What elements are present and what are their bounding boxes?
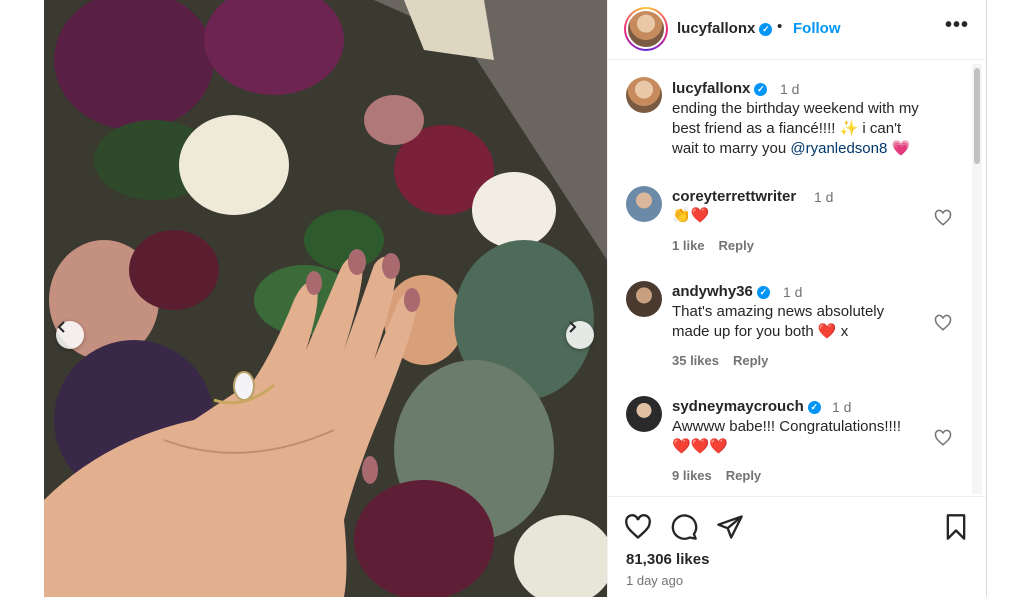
caption-time: 1 d	[780, 81, 800, 97]
commenter-avatar[interactable]	[626, 396, 662, 432]
more-options-button[interactable]: •••	[945, 14, 969, 37]
author-avatar-small[interactable]	[626, 77, 662, 113]
verified-badge-icon: ✓	[754, 83, 768, 96]
caption-text: ending the birthday weekend with my best…	[672, 100, 919, 157]
comment-time: 1 d	[832, 399, 852, 415]
author-avatar[interactable]	[624, 7, 668, 51]
reply-button[interactable]: Reply	[719, 238, 754, 253]
reply-button[interactable]: Reply	[726, 468, 761, 483]
caption-mention-link[interactable]: @ryanledson8	[790, 140, 887, 157]
previous-photo-button[interactable]	[56, 321, 84, 349]
next-photo-button[interactable]	[566, 321, 594, 349]
chevron-left-icon	[57, 321, 65, 333]
photo-illustration	[44, 0, 607, 597]
post-header: lucyfallonx ✓ • Follow •••	[608, 0, 988, 60]
heart-icon[interactable]	[624, 513, 652, 541]
comment-text: Awwww babe!!! Congratulations!!!! ❤️❤️❤️	[672, 418, 902, 455]
bookmark-icon[interactable]	[942, 513, 970, 541]
post-timestamp: 1 day ago	[626, 573, 684, 588]
comment-likes[interactable]: 1 like	[672, 238, 705, 253]
verified-badge-icon: ✓	[807, 401, 821, 414]
comment-likes[interactable]: 35 likes	[672, 353, 719, 368]
author-username[interactable]: lucyfallonx ✓	[677, 20, 773, 37]
comment-meta: 9 likes Reply	[672, 468, 775, 483]
scrollbar-thumb[interactable]	[974, 68, 980, 164]
comments-scrollbar[interactable]	[972, 64, 982, 494]
post-modal: lucyfallonx ✓ • Follow ••• lucyfallonx ✓ 1…	[0, 0, 1024, 597]
comment-meta: 35 likes Reply	[672, 353, 782, 368]
verified-badge-icon: ✓	[756, 286, 770, 299]
comment-likes[interactable]: 9 likes	[672, 468, 712, 483]
comments-list[interactable]: lucyfallonx ✓ 1 d ending the birthday wee…	[608, 61, 988, 495]
comment-like-heart-icon[interactable]	[934, 314, 952, 332]
chevron-right-icon	[569, 321, 577, 333]
reply-button[interactable]: Reply	[733, 353, 768, 368]
post-sidebar: lucyfallonx ✓ • Follow ••• lucyfallonx ✓ 1…	[607, 0, 988, 597]
comment-username[interactable]: sydneymaycrouch ✓	[672, 398, 821, 415]
commenter-avatar[interactable]	[626, 281, 662, 317]
likes-count[interactable]: 81,306 likes	[626, 551, 709, 568]
verified-badge-icon: ✓	[759, 23, 773, 36]
comment-like-heart-icon[interactable]	[934, 429, 952, 447]
post-photo	[44, 0, 607, 597]
comment-username[interactable]: andywhy36 ✓	[672, 283, 770, 300]
comment-username[interactable]: coreyterrettwriter	[672, 188, 796, 205]
comment-time: 1 d	[783, 284, 803, 300]
comment-like-heart-icon[interactable]	[934, 209, 952, 227]
comment-text: That's amazing news absolutely made up f…	[672, 303, 885, 340]
comment-icon[interactable]	[670, 513, 698, 541]
separator-dot: •	[777, 18, 783, 35]
comment-time: 1 d	[814, 189, 834, 205]
caption-username[interactable]: lucyfallonx ✓	[672, 80, 768, 97]
share-icon[interactable]	[716, 513, 744, 541]
comment-text: 👏❤️	[672, 207, 710, 224]
follow-button[interactable]: Follow	[793, 20, 841, 37]
commenter-avatar[interactable]	[626, 186, 662, 222]
comment-meta: 1 like Reply	[672, 238, 768, 253]
post-actions: 81,306 likes 1 day ago	[608, 496, 988, 597]
